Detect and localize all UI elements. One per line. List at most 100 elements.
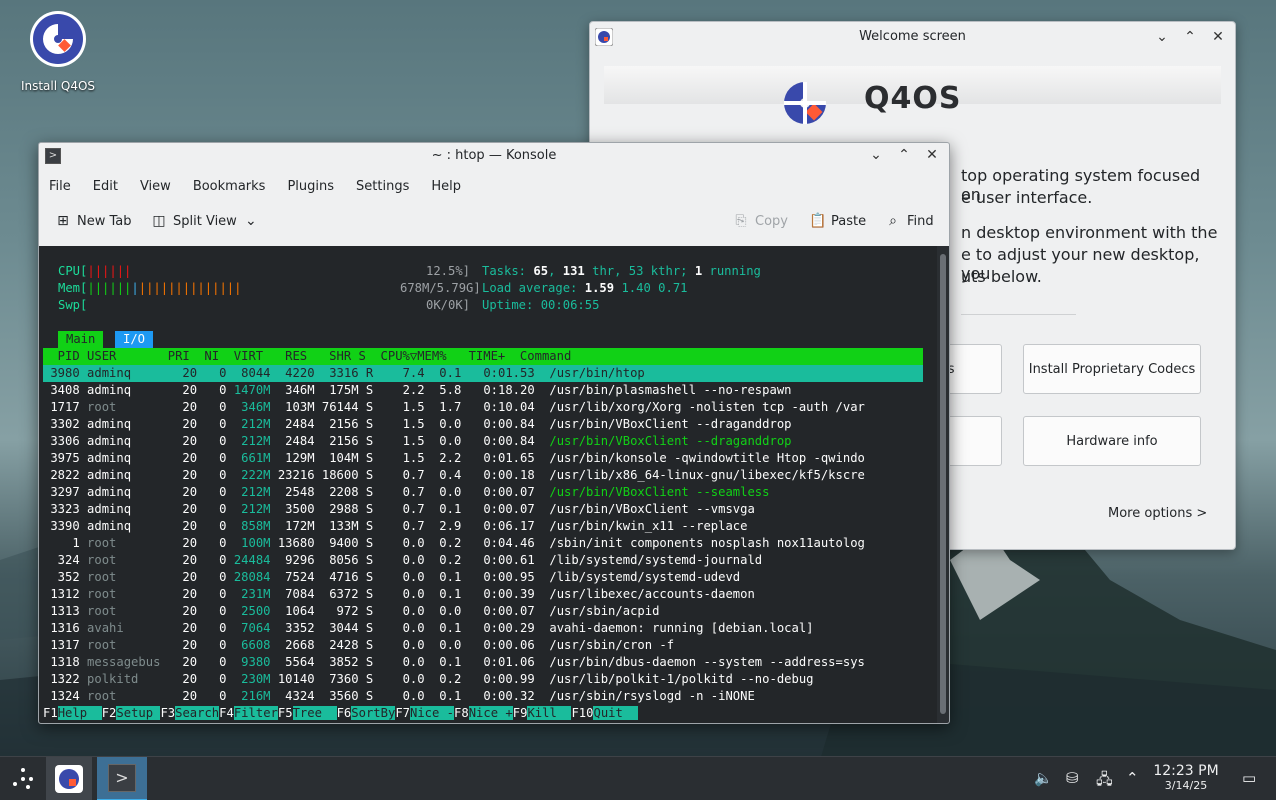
menu-help[interactable]: Help (431, 179, 461, 194)
process-row[interactable]: 3306 adminq 20 0 212M 2484 2156 S 1.5 0.… (43, 433, 923, 450)
q4os-app-icon (55, 765, 83, 793)
scrollbar-thumb[interactable] (940, 254, 946, 714)
hardware-info-button[interactable]: Hardware info (1023, 416, 1201, 466)
welcome-title: Welcome screen (859, 29, 966, 44)
split-view-label: Split View (173, 213, 237, 229)
welcome-text-3: n desktop environment with the (961, 223, 1218, 242)
desktop-icon-install-q4os[interactable]: Install Q4OS (16, 10, 100, 93)
welcome-text-5: uts below. (961, 267, 1042, 286)
uptime-line: Uptime: 00:06:55 (482, 298, 600, 312)
process-row[interactable]: 3975 adminq 20 0 661M 129M 104M S 1.5 2.… (43, 450, 923, 467)
process-row[interactable]: 1313 root 20 0 2500 1064 972 S 0.0 0.0 0… (43, 603, 923, 620)
process-table-header[interactable]: PID USER PRI NI VIRT RES SHR S CPU%▽MEM%… (43, 348, 923, 365)
menu-plugins[interactable]: Plugins (287, 179, 334, 194)
process-row[interactable]: 324 root 20 0 24484 9296 8056 S 0.0 0.2 … (43, 552, 923, 569)
menu-view[interactable]: View (140, 179, 171, 194)
fkey-f8: F8 (454, 706, 469, 720)
network-icon[interactable]: 🖧 (1096, 769, 1113, 794)
close-icon[interactable]: ✕ (923, 143, 941, 168)
process-row[interactable]: 3390 adminq 20 0 858M 172M 133M S 0.7 2.… (43, 518, 923, 535)
process-row[interactable]: 3408 adminq 20 0 1470M 346M 175M S 2.2 5… (43, 382, 923, 399)
clock[interactable]: 12:23 PM 3/14/25 (1148, 763, 1224, 792)
menu-file[interactable]: File (49, 179, 71, 194)
fkey-f5: F5 (277, 706, 293, 720)
process-row[interactable]: 3297 adminq 20 0 212M 2548 2208 S 0.7 0.… (43, 484, 923, 501)
menu-bookmarks[interactable]: Bookmarks (193, 179, 266, 194)
process-row[interactable]: 1316 avahi 20 0 7064 3352 3044 S 0.0 0.1… (43, 620, 923, 637)
fkey-f2: F2 (101, 706, 117, 720)
process-row[interactable]: 3302 adminq 20 0 212M 2484 2156 S 1.5 0.… (43, 416, 923, 433)
fkey-f9: F9 (512, 706, 528, 720)
welcome-text-2: e user interface. (961, 188, 1093, 207)
terminal-area[interactable]: CPU[|||||| 12.5%] Mem[||||||||||||||||||… (39, 246, 937, 723)
show-desktop-icon[interactable]: ▭ (1242, 769, 1256, 787)
new-tab-icon: ⊞ (57, 213, 69, 229)
desktop-icon-label: Install Q4OS (20, 79, 96, 93)
install-codecs-button[interactable]: Install Proprietary Codecs (1023, 344, 1201, 394)
minimize-icon[interactable]: ⌄ (867, 143, 885, 168)
minimize-icon[interactable]: ⌄ (1153, 22, 1171, 52)
volume-icon[interactable]: 🔈 (1034, 769, 1053, 787)
fkey-label[interactable]: Tree (292, 706, 337, 720)
process-row[interactable]: 3980 adminq 20 0 8044 4220 3316 R 7.4 0.… (43, 365, 923, 382)
process-row[interactable]: 3323 adminq 20 0 212M 3500 2988 S 0.7 0.… (43, 501, 923, 518)
fkey-label[interactable]: Search (175, 706, 220, 720)
copy-label: Copy (755, 213, 788, 229)
maximize-icon[interactable]: ⌃ (895, 143, 913, 168)
fkey-label[interactable]: Nice - (410, 706, 455, 720)
taskbar-konsole-app[interactable]: > (97, 757, 147, 800)
process-row[interactable]: 1717 root 20 0 346M 103M 76144 S 1.5 1.7… (43, 399, 923, 416)
app-launcher-button[interactable] (0, 757, 46, 800)
fkey-label[interactable]: SortBy (351, 706, 396, 720)
process-row[interactable]: 2822 adminq 20 0 222M 23216 18600 S 0.7 … (43, 467, 923, 484)
terminal-scrollbar[interactable] (937, 246, 949, 723)
fkey-f1: F1 (43, 706, 58, 720)
q4os-logo-icon (784, 82, 826, 124)
brand-name: Q4OS (864, 81, 962, 116)
process-row[interactable]: 1322 polkitd 20 0 230M 10140 7360 S 0.0 … (43, 671, 923, 688)
copy-button[interactable]: ⎘ Copy (733, 213, 788, 229)
find-button[interactable]: ⌕ Find (885, 213, 934, 229)
konsole-titlebar[interactable]: > ~ : htop — Konsole ⌄ ⌃ ✕ (39, 143, 949, 171)
menu-edit[interactable]: Edit (93, 179, 118, 194)
tasks-line: Tasks: 65, 131 thr, 53 kthr; 1 running (482, 264, 761, 278)
tab-io[interactable]: I/O (115, 331, 154, 348)
process-row[interactable]: 1312 root 20 0 231M 7084 6372 S 0.0 0.1 … (43, 586, 923, 603)
process-row[interactable]: 1317 root 20 0 6608 2668 2428 S 0.0 0.0 … (43, 637, 923, 654)
usb-device-icon[interactable]: ⛁ (1066, 769, 1079, 787)
chevron-up-icon[interactable]: ⌃ (1126, 769, 1139, 787)
chevron-down-icon: ⌄ (244, 213, 257, 229)
split-view-button[interactable]: ◫ Split View ⌄ (151, 213, 259, 229)
process-row[interactable]: 1 root 20 0 100M 13680 9400 S 0.0 0.2 0:… (43, 535, 923, 552)
welcome-titlebar[interactable]: Welcome screen ⌄ ⌃ ✕ (590, 22, 1235, 52)
terminal-icon: > (108, 764, 136, 792)
launcher-icon (13, 768, 33, 789)
clock-date: 3/14/25 (1164, 779, 1208, 792)
menu-bar: File Edit View Bookmarks Plugins Setting… (39, 171, 949, 201)
menu-settings[interactable]: Settings (356, 179, 409, 194)
split-view-icon: ◫ (152, 213, 166, 229)
fkey-label[interactable]: Kill (527, 706, 572, 720)
process-row[interactable]: 1318 messagebus 20 0 9380 5564 3852 S 0.… (43, 654, 923, 671)
more-options-link[interactable]: More options > (1108, 506, 1207, 521)
mem-value: 678M/5.79G] (400, 281, 481, 295)
fkey-label[interactable]: Quit (593, 706, 638, 720)
process-row[interactable]: 352 root 20 0 28084 7524 4716 S 0.0 0.1 … (43, 569, 923, 586)
maximize-icon[interactable]: ⌃ (1181, 22, 1199, 52)
close-icon[interactable]: ✕ (1209, 22, 1227, 52)
new-tab-button[interactable]: ⊞ New Tab (55, 213, 131, 229)
fkey-label[interactable]: Nice + (468, 706, 513, 720)
find-label: Find (907, 213, 934, 229)
cpu-percent: 12.5%] (426, 264, 471, 278)
paste-button[interactable]: 📋 Paste (809, 213, 866, 229)
welcome-separator (961, 314, 1076, 315)
load-average-line: Load average: 1.59 1.40 0.71 (482, 281, 688, 295)
fkey-label[interactable]: Setup (116, 706, 161, 720)
taskbar-welcome-app[interactable] (46, 757, 92, 800)
swp-meter: Swp[ (58, 298, 88, 312)
process-row[interactable]: 1324 root 20 0 216M 4324 3560 S 0.0 0.1 … (43, 688, 923, 705)
tab-main[interactable]: Main (58, 331, 104, 348)
fkey-label[interactable]: Filter (233, 706, 278, 720)
fkey-label[interactable]: Help (57, 706, 102, 720)
terminal-icon: > (45, 148, 61, 164)
